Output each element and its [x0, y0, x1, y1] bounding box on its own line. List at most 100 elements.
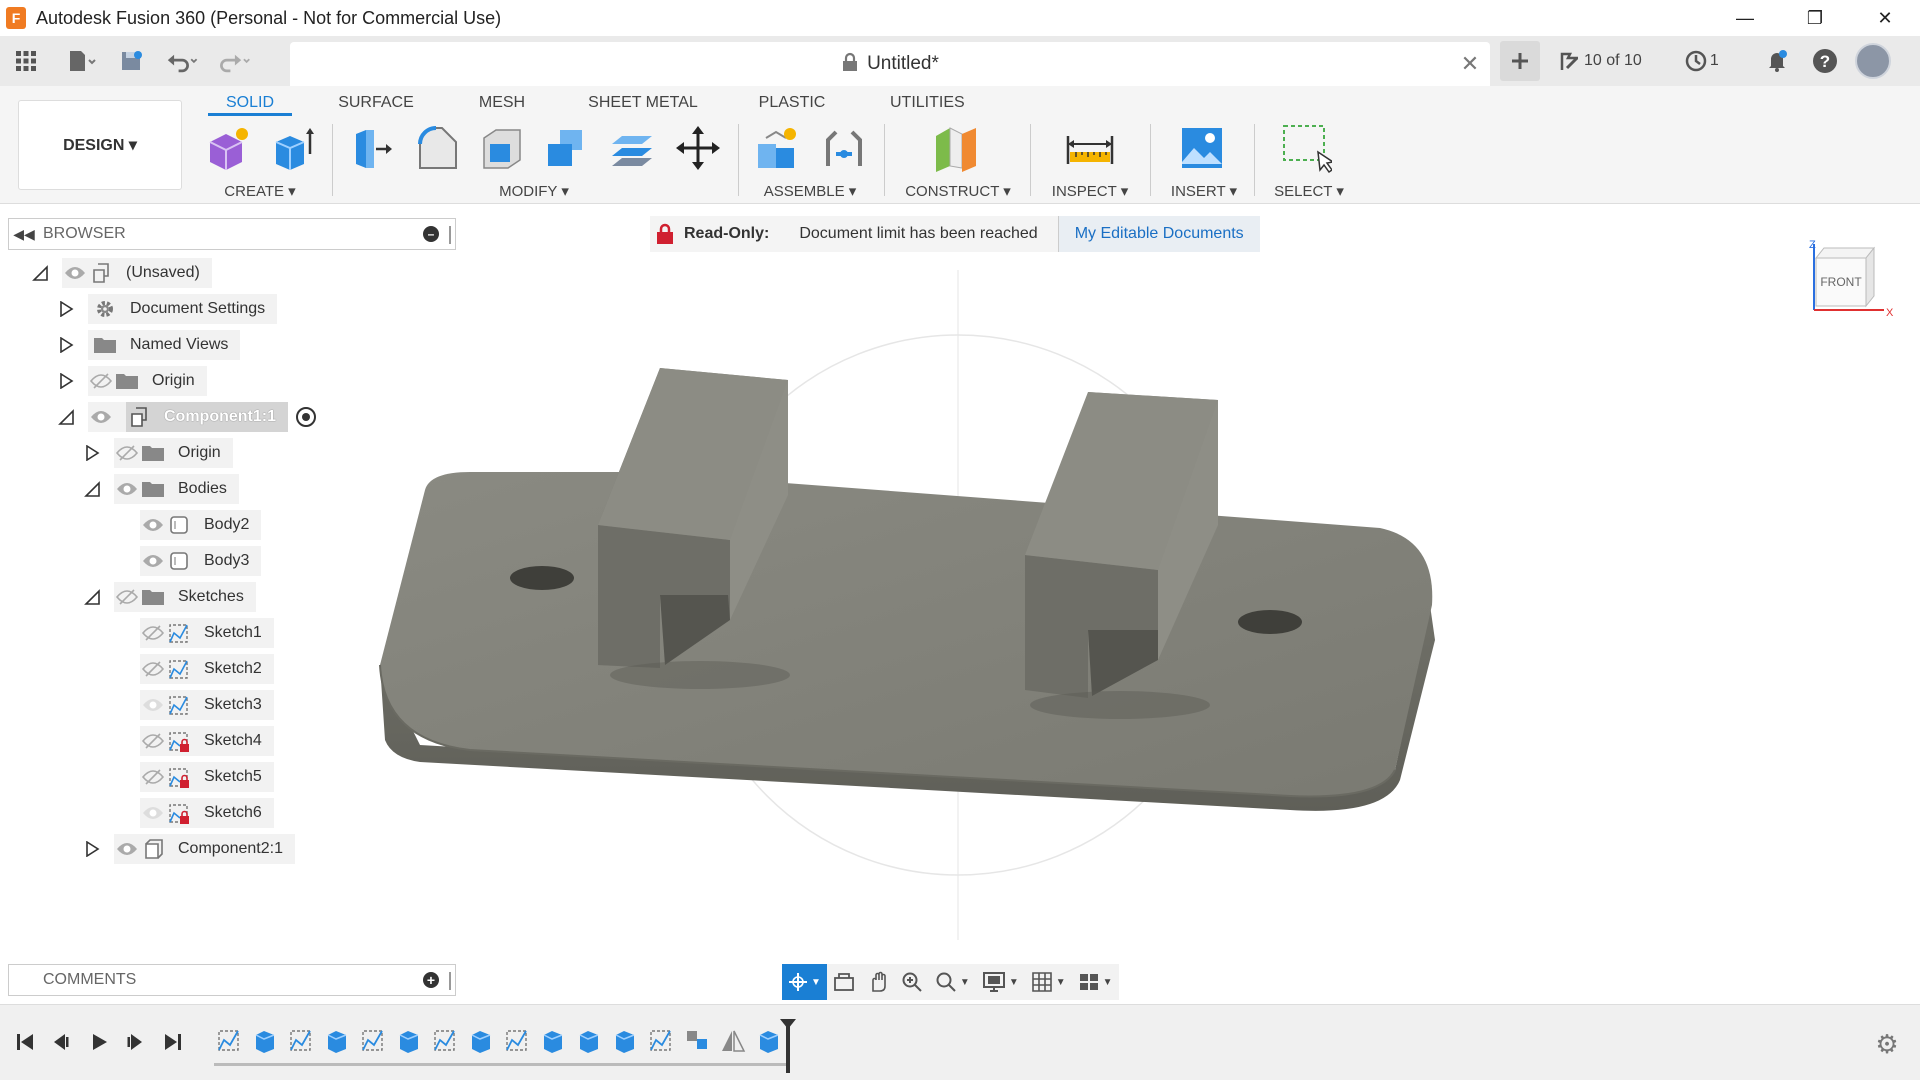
modify-menu[interactable]: MODIFY ▾ — [490, 182, 578, 200]
extrude-icon[interactable] — [266, 122, 318, 174]
tree-item-sketch2[interactable]: Sketch2 — [140, 654, 274, 684]
expanded-toggle-icon[interactable] — [28, 261, 52, 285]
timeline-extrude-icon[interactable] — [466, 1025, 496, 1055]
pan-button[interactable] — [861, 964, 895, 1000]
redo-icon[interactable] — [216, 43, 252, 79]
timeline-sketch-icon[interactable] — [358, 1025, 388, 1055]
press-pull-icon[interactable] — [346, 122, 398, 174]
tree-item-component1-label[interactable]: Component1:1 — [126, 402, 288, 432]
tree-item-sketch6[interactable]: Sketch6 — [140, 798, 274, 828]
go-to-end-icon[interactable] — [158, 1027, 188, 1057]
collapsed-toggle-icon[interactable] — [54, 369, 78, 393]
comments-grip-handle[interactable] — [449, 972, 451, 990]
select-menu[interactable]: SELECT ▾ — [1268, 182, 1350, 200]
select-window-icon[interactable] — [1280, 122, 1332, 174]
visibility-eye-icon[interactable] — [114, 474, 140, 504]
step-back-icon[interactable] — [46, 1027, 76, 1057]
expanded-toggle-icon[interactable] — [80, 585, 104, 609]
grid-settings-button[interactable]: ▼ — [1025, 964, 1072, 1000]
tree-item-body3[interactable]: Body3 — [140, 546, 262, 576]
faded-eye-icon[interactable] — [140, 690, 166, 720]
create-menu[interactable]: CREATE ▾ — [218, 182, 302, 200]
help-icon[interactable]: ? — [1807, 43, 1843, 79]
user-avatar[interactable] — [1854, 43, 1891, 79]
close-window-button[interactable]: ✕ — [1850, 0, 1920, 36]
browser-grip-handle[interactable] — [449, 226, 451, 244]
collapsed-toggle-icon[interactable] — [80, 441, 104, 465]
tab-utilities[interactable]: UTILITIES — [890, 90, 965, 116]
close-document-button[interactable]: ✕ — [1456, 50, 1484, 78]
play-icon[interactable] — [84, 1027, 114, 1057]
timeline-extrude-icon[interactable] — [394, 1025, 424, 1055]
tree-item-document-settings[interactable]: Document Settings — [88, 294, 278, 324]
workspace-switcher-button[interactable]: DESIGN ▾ — [18, 100, 182, 190]
fillet-icon[interactable] — [412, 122, 464, 174]
minimize-button[interactable]: — — [1710, 0, 1780, 36]
timeline-sketch-icon[interactable] — [502, 1025, 532, 1055]
tab-solid[interactable]: SOLID — [208, 90, 292, 116]
shell-icon[interactable] — [476, 122, 528, 174]
view-cube[interactable]: FRONT Z X — [1806, 239, 1896, 330]
document-tab[interactable]: Untitled* ✕ — [290, 42, 1490, 86]
tab-plastic[interactable]: PLASTIC — [756, 90, 828, 116]
timeline-sketch-icon[interactable] — [430, 1025, 460, 1055]
timeline-settings-gear-icon[interactable]: ⚙ — [1872, 1029, 1902, 1059]
display-settings-button[interactable]: ▼ — [976, 964, 1025, 1000]
hidden-eye-icon[interactable] — [140, 618, 166, 648]
timeline-sketch-icon[interactable] — [214, 1025, 244, 1055]
timeline-extrude-icon[interactable] — [754, 1025, 784, 1055]
tree-item-sketches[interactable]: Sketches — [114, 582, 256, 612]
assemble-menu[interactable]: ASSEMBLE ▾ — [758, 182, 862, 200]
tab-mesh[interactable]: MESH — [478, 90, 526, 116]
faded-eye-icon[interactable] — [140, 798, 166, 828]
tree-item-component2[interactable]: Component2:1 — [114, 834, 295, 864]
inspect-menu[interactable]: INSPECT ▾ — [1044, 182, 1136, 200]
go-to-start-icon[interactable] — [10, 1027, 40, 1057]
timeline-extrude-icon[interactable] — [610, 1025, 640, 1055]
offset-face-icon[interactable] — [606, 122, 658, 174]
new-component-assemble-icon[interactable] — [752, 122, 804, 174]
timeline-mirror-icon[interactable] — [718, 1025, 748, 1055]
hidden-eye-icon[interactable] — [140, 762, 166, 792]
timeline-component-icon[interactable] — [682, 1025, 712, 1055]
hidden-eye-icon[interactable] — [114, 438, 140, 468]
construct-menu[interactable]: CONSTRUCT ▾ — [902, 182, 1014, 200]
undo-icon[interactable] — [166, 43, 202, 79]
expanded-toggle-icon[interactable] — [80, 477, 104, 501]
tab-surface[interactable]: SURFACE — [336, 90, 416, 116]
timeline-extrude-icon[interactable] — [538, 1025, 568, 1055]
tree-item-sketch3[interactable]: Sketch3 — [140, 690, 274, 720]
step-forward-icon[interactable] — [120, 1027, 150, 1057]
timeline-sketch-icon[interactable] — [646, 1025, 676, 1055]
3d-viewport[interactable] — [0, 210, 1920, 1000]
viewports-button[interactable]: ▼ — [1072, 964, 1119, 1000]
collapsed-toggle-icon[interactable] — [54, 333, 78, 357]
version-history[interactable]: 1 — [1682, 43, 1719, 79]
joint-icon[interactable] — [818, 122, 870, 174]
notification-bell-icon[interactable] — [1759, 43, 1795, 79]
orbit-tool-button[interactable]: ▼ — [782, 964, 827, 1000]
tree-item-sketch1[interactable]: Sketch1 — [140, 618, 274, 648]
insert-menu[interactable]: INSERT ▾ — [1166, 182, 1242, 200]
zoom-button[interactable] — [895, 964, 929, 1000]
fit-button[interactable]: ▼ — [929, 964, 976, 1000]
tree-item-sketch5[interactable]: Sketch5 — [140, 762, 274, 792]
job-status[interactable]: 10 of 10 — [1556, 43, 1642, 79]
collapsed-toggle-icon[interactable] — [54, 297, 78, 321]
timeline-playhead[interactable] — [780, 1019, 796, 1073]
hidden-eye-icon[interactable] — [88, 366, 114, 396]
tree-item-component1[interactable] — [88, 402, 126, 432]
tab-sheet-metal[interactable]: SHEET METAL — [588, 90, 698, 116]
tree-item-body2[interactable]: Body2 — [140, 510, 262, 540]
collapse-browser-icon[interactable]: ◀◀ — [9, 226, 39, 243]
my-editable-documents-link[interactable]: My Editable Documents — [1057, 216, 1260, 252]
timeline-extrude-icon[interactable] — [322, 1025, 352, 1055]
tree-item-unsaved[interactable]: (Unsaved) — [62, 258, 212, 288]
hidden-eye-icon[interactable] — [114, 582, 140, 612]
offset-plane-icon[interactable] — [930, 122, 982, 174]
new-component-icon[interactable] — [202, 122, 254, 174]
new-tab-icon[interactable] — [1500, 41, 1540, 81]
collapsed-toggle-icon[interactable] — [80, 837, 104, 861]
hidden-eye-icon[interactable] — [140, 726, 166, 756]
tree-item-sketch4[interactable]: Sketch4 — [140, 726, 274, 756]
